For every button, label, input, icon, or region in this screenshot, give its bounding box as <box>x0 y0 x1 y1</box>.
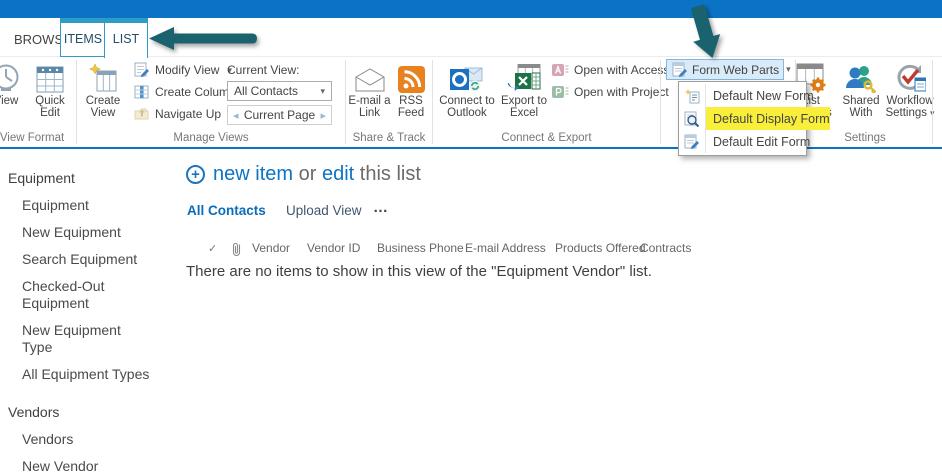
new-item-link[interactable]: new item <box>213 163 293 185</box>
plus-circle-icon[interactable]: + <box>186 165 205 184</box>
group-label-share-track: Share & Track <box>346 132 432 144</box>
list-callout-heading: + new item or edit this list <box>186 163 421 186</box>
nav-item-vendors[interactable]: Vendors <box>22 431 150 448</box>
attachment-icon[interactable] <box>231 241 242 259</box>
current-page-pager[interactable]: ◂ Current Page ▸ <box>227 105 332 125</box>
ribbon-divider <box>932 60 933 144</box>
group-view-format: View Quick Edit View Format <box>0 57 76 147</box>
outlook-icon <box>450 59 484 95</box>
open-project-button[interactable]: Open with Project <box>552 83 669 101</box>
modify-view-icon <box>133 62 150 79</box>
group-settings: List Settings Shared With Workflow Setti… <box>796 57 934 147</box>
current-view-label: Current View: <box>227 63 299 77</box>
menu-item-default-edit-form[interactable]: Default Edit Form <box>679 130 806 153</box>
export-excel-button[interactable]: Export to Excel <box>499 59 549 119</box>
project-icon <box>552 84 569 101</box>
menu-item-default-new-form[interactable]: Default New Form <box>679 84 806 107</box>
column-header-vendor[interactable]: Vendor <box>252 241 290 255</box>
nav-section-vendors[interactable]: Vendors <box>8 404 184 421</box>
nav-item-search-equipment[interactable]: Search Equipment <box>22 251 150 268</box>
quick-edit-button[interactable]: Quick Edit <box>27 59 73 119</box>
nav-item-checked-out-equipment[interactable]: Checked-Out Equipment <box>22 278 150 312</box>
nav-item-equipment[interactable]: Equipment <box>22 197 150 214</box>
workflow-settings-button[interactable]: Workflow Settings▾ <box>886 59 934 119</box>
rss-icon <box>398 59 425 95</box>
current-view-select[interactable]: All Contacts ▾ <box>227 81 332 101</box>
heading-or-text: or <box>299 163 317 185</box>
menu-item-default-display-form[interactable]: Default Display Form <box>679 107 806 130</box>
shared-with-icon <box>845 59 877 95</box>
tab-items[interactable]: ITEMS <box>60 23 105 57</box>
select-all-checkmark-icon[interactable]: ✓ <box>208 242 217 255</box>
display-form-icon <box>679 107 706 130</box>
create-view-button[interactable]: Create View <box>80 59 126 119</box>
tab-list[interactable]: LIST <box>104 23 148 58</box>
annotation-arrow-list-tab <box>149 25 261 58</box>
form-web-parts-menu: Default New Form Default Display Form De… <box>678 81 807 156</box>
email-icon <box>354 59 386 95</box>
access-icon <box>552 62 569 79</box>
new-form-icon <box>679 84 706 107</box>
nav-item-new-equipment[interactable]: New Equipment <box>22 224 150 241</box>
quick-launch-nav: Equipment Equipment New Equipment Search… <box>0 149 184 475</box>
suite-bar <box>0 0 942 18</box>
open-access-button[interactable]: Open with Access <box>552 61 669 79</box>
column-header-email-address[interactable]: E-mail Address <box>465 241 546 255</box>
form-web-parts-button[interactable]: Form Web Parts ▾ <box>666 59 784 80</box>
column-header-contracts[interactable]: Contracts <box>640 241 691 255</box>
heading-this-list-text: this list <box>360 163 421 185</box>
nav-section-equipment[interactable]: Equipment <box>8 170 184 187</box>
view-button[interactable]: View <box>0 59 28 107</box>
nav-item-new-vendor[interactable]: New Vendor <box>22 458 150 475</box>
rss-feed-button[interactable]: RSS Feed <box>392 59 430 119</box>
ribbon-tab-row: BROWSE ITEMS LIST <box>0 18 942 57</box>
column-header-business-phone[interactable]: Business Phone <box>377 241 464 255</box>
group-connect-export: Connect to Outlook Export to Excel Open … <box>433 57 660 147</box>
email-link-button[interactable]: E-mail a Link <box>348 59 391 119</box>
contextual-tab-group: ITEMS LIST <box>60 18 148 57</box>
list-view-main: + new item or edit this list All Contact… <box>186 149 942 439</box>
group-label-manage-views: Manage Views <box>77 132 345 144</box>
excel-icon <box>508 59 541 95</box>
form-web-parts-icon <box>671 61 688 78</box>
shared-with-button[interactable]: Shared With <box>840 59 882 119</box>
group-label-view-format: View Format <box>0 132 76 144</box>
pager-left-icon[interactable]: ◂ <box>233 109 239 122</box>
group-share-track: E-mail a Link RSS Feed Share & Track <box>346 57 432 147</box>
empty-list-message: There are no items to show in this view … <box>186 263 652 280</box>
group-label-settings: Settings <box>796 132 934 144</box>
create-column-icon <box>133 84 150 101</box>
column-header-products-offered[interactable]: Products Offered <box>555 241 646 255</box>
quick-edit-icon <box>36 59 64 95</box>
nav-item-new-equipment-type[interactable]: New Equipment Type <box>22 322 150 356</box>
column-header-vendor-id[interactable]: Vendor ID <box>307 241 360 255</box>
edit-form-icon <box>679 130 706 153</box>
navigate-up-button[interactable]: Navigate Up <box>133 105 221 123</box>
view-tab-all-contacts[interactable]: All Contacts <box>187 203 266 218</box>
create-column-button[interactable]: Create Column <box>133 83 236 101</box>
view-tab-upload-view[interactable]: Upload View <box>286 203 362 218</box>
more-views-ellipsis[interactable]: … <box>373 199 389 216</box>
view-icon <box>0 59 21 95</box>
nav-item-all-equipment-types[interactable]: All Equipment Types <box>22 366 150 383</box>
create-view-icon <box>88 59 118 95</box>
modify-view-button[interactable]: Modify View ▾ <box>133 61 232 79</box>
navigate-up-icon <box>133 106 150 123</box>
workflow-settings-icon <box>894 59 926 95</box>
connect-outlook-button[interactable]: Connect to Outlook <box>435 59 499 119</box>
edit-list-link[interactable]: edit <box>322 163 354 185</box>
group-label-connect-export: Connect & Export <box>433 132 660 144</box>
group-manage-views: Create View Modify View ▾ Create Column … <box>77 57 345 147</box>
pager-right-icon[interactable]: ▸ <box>320 109 326 122</box>
dropdown-caret-icon: ▾ <box>320 86 325 97</box>
